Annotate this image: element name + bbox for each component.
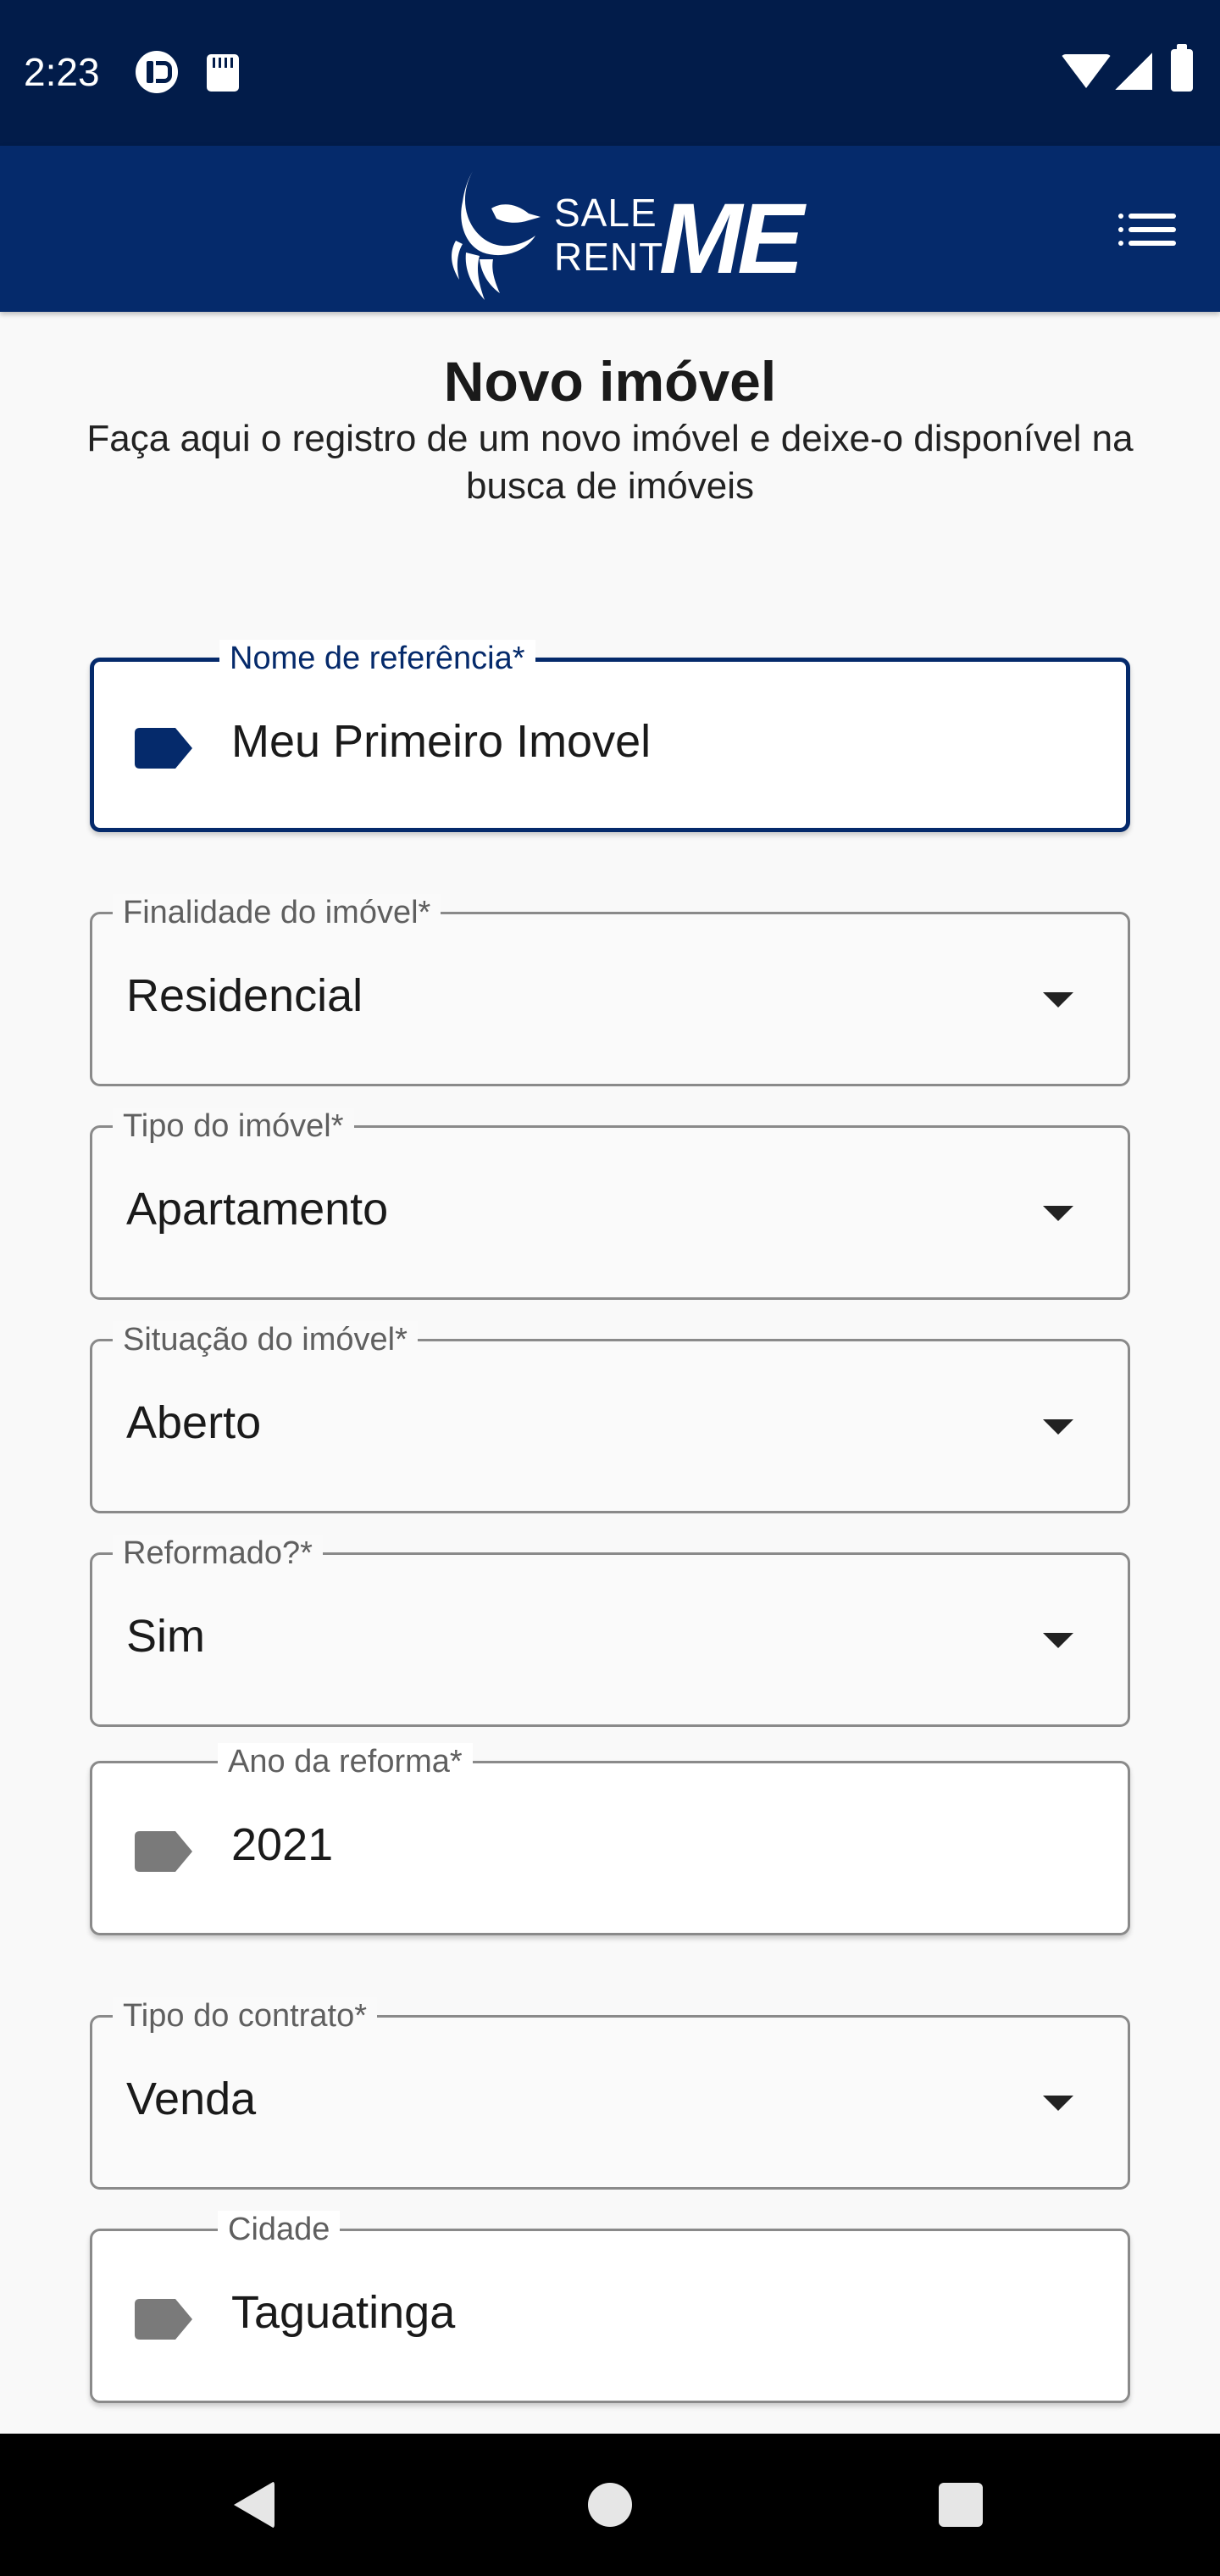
battery-icon: [1171, 44, 1193, 92]
situation-value: Aberto: [126, 1397, 262, 1448]
menu-button[interactable]: [1115, 205, 1183, 256]
status-bar: 2:23: [0, 0, 1220, 146]
renovated-label: Reformado?*: [113, 1535, 323, 1572]
reference-name-input[interactable]: Meu Primeiro Imovel: [231, 714, 651, 769]
renovation-year-input[interactable]: 2021: [231, 1818, 333, 1872]
renovation-year-label: Ano da reforma*: [218, 1743, 473, 1780]
dropdown-arrow-icon[interactable]: [1043, 992, 1073, 1008]
contract-type-dropdown[interactable]: Tipo do contrato* Venda: [90, 1997, 1130, 2190]
app-notification-icon: [136, 51, 178, 93]
purpose-value: Residencial: [126, 970, 363, 1021]
wifi-icon: [1061, 54, 1112, 88]
logo-sale-text: SALE: [554, 191, 657, 235]
menu-icon: [1128, 214, 1176, 219]
situation-label: Situação do imóvel*: [113, 1321, 418, 1358]
city-label: Cidade: [218, 2211, 341, 2248]
renovation-year-field[interactable]: Ano da reforma* 2021: [90, 1743, 1130, 1935]
app-bar: SALE RENT ME: [0, 146, 1220, 312]
purpose-label: Finalidade do imóvel*: [113, 894, 441, 931]
property-type-value: Apartamento: [126, 1184, 389, 1235]
renovated-dropdown[interactable]: Reformado?* Sim: [90, 1535, 1130, 1727]
page-subtitle: Faça aqui o registro de um novo imóvel e…: [86, 418, 1134, 507]
reference-name-label: Nome de referência*: [219, 640, 535, 677]
home-icon[interactable]: [588, 2483, 632, 2527]
back-icon[interactable]: [234, 2481, 274, 2529]
dropdown-arrow-icon[interactable]: [1043, 2096, 1073, 2111]
logo-me-text: ME: [659, 183, 804, 295]
contract-type-label: Tipo do contrato*: [113, 1997, 377, 2035]
dropdown-arrow-icon[interactable]: [1043, 1419, 1073, 1435]
label-tag-icon: [135, 728, 192, 769]
reference-name-field[interactable]: Nome de referência* Meu Primeiro Imovel: [90, 640, 1130, 832]
city-input[interactable]: Taguatinga: [231, 2285, 455, 2340]
renovated-value: Sim: [126, 1611, 205, 1662]
label-tag-icon: [135, 2299, 192, 2340]
status-time: 2:23: [24, 50, 100, 94]
logo-rent-text: RENT: [554, 235, 664, 279]
label-tag-icon: [135, 1831, 192, 1872]
app-logo: SALE RENT ME: [441, 159, 805, 303]
dropdown-arrow-icon[interactable]: [1043, 1206, 1073, 1221]
bird-logo-icon: [452, 171, 541, 300]
situation-dropdown[interactable]: Situação do imóvel* Aberto: [90, 1321, 1130, 1513]
property-type-label: Tipo do imóvel*: [113, 1108, 354, 1145]
cell-signal-icon: [1115, 53, 1152, 90]
purpose-dropdown[interactable]: Finalidade do imóvel* Residencial: [90, 894, 1130, 1086]
page-title: Novo imóvel: [443, 350, 777, 413]
contract-type-value: Venda: [126, 2074, 257, 2124]
dropdown-arrow-icon[interactable]: [1043, 1633, 1073, 1648]
property-type-dropdown[interactable]: Tipo do imóvel* Apartamento: [90, 1108, 1130, 1300]
recents-icon[interactable]: [939, 2483, 983, 2527]
sd-card-icon: [207, 54, 239, 92]
city-field[interactable]: Cidade Taguatinga: [90, 2211, 1130, 2403]
